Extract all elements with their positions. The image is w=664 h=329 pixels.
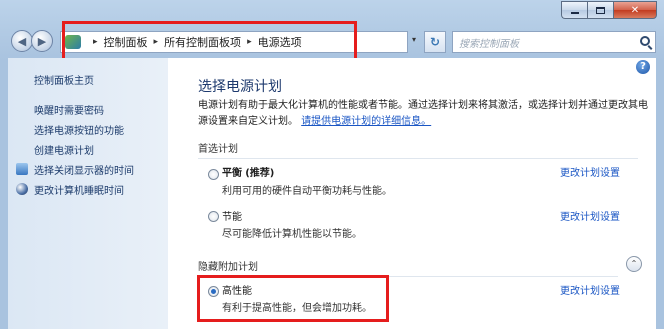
monitor-icon [16, 163, 28, 175]
sidebar-item-home[interactable]: 控制面板主页 [34, 72, 94, 87]
refresh-icon: ↻ [429, 35, 441, 49]
moon-icon [16, 183, 28, 195]
collapse-chevron-icon[interactable]: ⌃ [626, 256, 642, 272]
address-dropdown-icon[interactable]: ▾ [412, 35, 416, 44]
sidebar-item-sleep-time[interactable]: 更改计算机睡眠时间 [34, 182, 124, 197]
address-highlight-box [62, 21, 357, 61]
sidebar-item-wake-password[interactable]: 唤醒时需要密码 [34, 102, 104, 117]
plan-balanced-radio[interactable] [208, 169, 219, 180]
change-plan-settings-saver[interactable]: 更改计划设置 [560, 208, 620, 223]
page-title: 选择电源计划 [198, 79, 282, 95]
back-arrow-icon: ◀ [17, 34, 27, 48]
search-icon[interactable] [640, 36, 650, 46]
plan-balanced-desc: 利用可用的硬件自动平衡功耗与性能。 [222, 186, 392, 197]
close-icon: ✕ [630, 4, 640, 16]
plan-saver-name[interactable]: 节能 [222, 208, 242, 223]
close-button[interactable]: ✕ [613, 1, 657, 19]
refresh-button[interactable]: ↻ [424, 31, 446, 53]
maximize-button[interactable] [587, 1, 613, 19]
preferred-plans-label: 首选计划 [198, 144, 238, 155]
sidebar-item-display-off[interactable]: 选择关闭显示器的时间 [34, 162, 134, 177]
plan-saver-radio[interactable] [208, 211, 219, 222]
maximize-icon [596, 6, 605, 14]
forward-button[interactable]: ▶ [31, 30, 53, 52]
group-divider [198, 158, 638, 159]
control-panel-window: ✕ ◀ ▶ ▸ 控制面板 ▸ 所有控制面板项 ▸ 电源选项 ▾ ↻ 搜索控制面板… [0, 0, 664, 329]
plan-saver-desc: 尽可能降低计算机性能以节能。 [222, 229, 362, 240]
hidden-plans-label: 隐藏附加计划 [198, 262, 258, 273]
sidebar-item-power-button[interactable]: 选择电源按钮的功能 [34, 122, 124, 137]
change-plan-settings-high-perf[interactable]: 更改计划设置 [560, 282, 620, 297]
change-plan-settings-balanced[interactable]: 更改计划设置 [560, 164, 620, 179]
sidebar-item-create-plan[interactable]: 创建电源计划 [34, 142, 94, 157]
plan-balanced-name[interactable]: 平衡 (推荐) [222, 164, 274, 179]
plan-details-link[interactable]: 请提供电源计划的详细信息。 [301, 116, 431, 127]
search-input[interactable]: 搜索控制面板 [452, 31, 656, 53]
forward-arrow-icon: ▶ [37, 34, 47, 48]
back-button[interactable]: ◀ [11, 30, 33, 52]
left-sidebar: 控制面板主页 唤醒时需要密码 选择电源按钮的功能 创建电源计划 选择关闭显示器的… [8, 58, 168, 329]
page-description: 电源计划有助于最大化计算机的性能或者节能。通过选择计划来将其激活，或选择计划并通… [198, 98, 648, 130]
high-performance-highlight-box [197, 275, 389, 322]
search-placeholder: 搜索控制面板 [459, 38, 519, 50]
help-icon[interactable]: ? [636, 60, 650, 74]
minimize-button[interactable] [561, 1, 587, 19]
caption-buttons: ✕ [561, 1, 657, 19]
minimize-icon [570, 12, 579, 14]
